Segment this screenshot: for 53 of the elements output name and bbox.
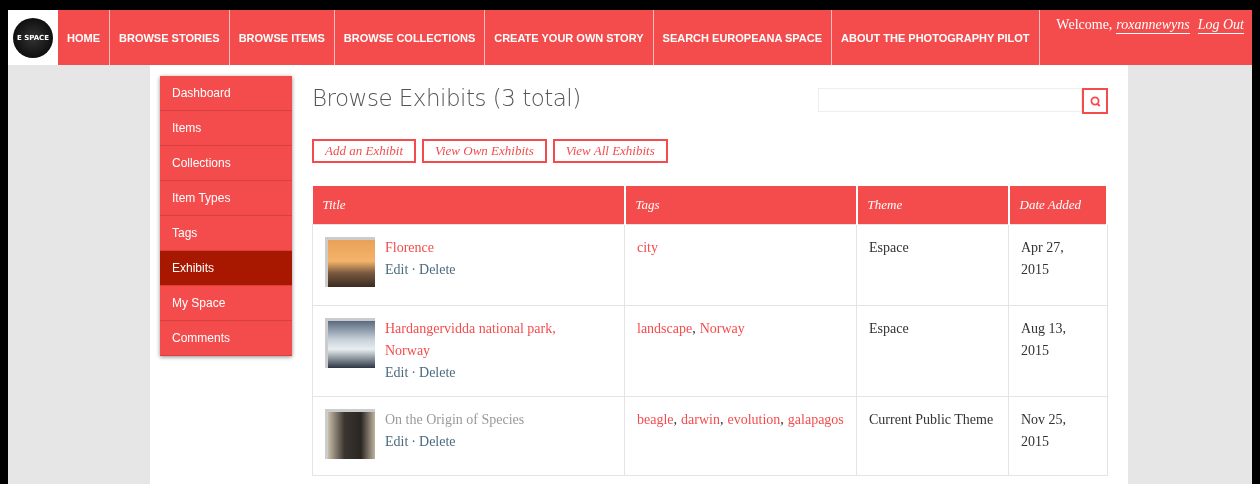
tag-link[interactable]: darwin (681, 412, 720, 427)
sidebar-item[interactable]: Exhibits (160, 251, 292, 286)
separator: , (692, 321, 696, 336)
theme-text: Current Public Theme (869, 412, 994, 427)
date-text: Apr 27, 2015 (1021, 240, 1064, 277)
logout-link[interactable]: Log Out (1197, 17, 1244, 34)
delete-link[interactable]: Delete (419, 434, 456, 449)
sidebar-item[interactable]: Comments (160, 321, 292, 356)
separator: , (673, 412, 678, 427)
edit-link[interactable]: Edit (385, 262, 409, 277)
tag-link[interactable]: Norway (699, 321, 745, 336)
column-header[interactable]: Title (312, 186, 625, 225)
theme-text: Espace (869, 321, 909, 336)
action-button[interactable]: View All Exhibits (552, 139, 668, 163)
nav-link[interactable]: HOME (58, 10, 110, 65)
search-button[interactable] (1082, 88, 1108, 114)
date-text: Aug 13, 2015 (1021, 321, 1067, 358)
tag-link[interactable]: city (637, 240, 658, 255)
column-header[interactable]: Tags (624, 186, 857, 225)
exhibit-title-link[interactable]: Hardangervidda national park, Norway (385, 318, 585, 362)
sidebar-item[interactable]: Item Types (160, 181, 292, 216)
column-header[interactable]: Date Added (1008, 186, 1107, 225)
edit-link[interactable]: Edit (385, 365, 409, 380)
exhibit-title-link[interactable]: On the Origin of Species (385, 409, 585, 431)
sidebar-item[interactable]: My Space (160, 286, 292, 321)
page-title: Browse Exhibits (3 total) (312, 85, 581, 111)
photo-placeholder[interactable] (328, 412, 375, 459)
search-field[interactable] (818, 88, 1108, 114)
action-button[interactable]: View Own Exhibits (422, 139, 547, 163)
sidebar-item[interactable]: Collections (160, 146, 292, 181)
separator: · (411, 434, 416, 449)
separator: · (411, 262, 416, 277)
photo-placeholder[interactable] (328, 240, 375, 287)
sidebar-item[interactable]: Dashboard (160, 76, 292, 111)
action-button[interactable]: Add an Exhibit (312, 139, 416, 163)
theme-text: Espace (869, 240, 909, 255)
tag-link[interactable]: beagle (637, 412, 674, 427)
sidebar-item[interactable]: Items (160, 111, 292, 146)
sidebar-item[interactable]: Tags (160, 216, 292, 251)
separator: , (780, 412, 784, 427)
separator: · (411, 365, 416, 380)
welcome-text: Welcome, (1056, 17, 1113, 33)
tag-link[interactable]: galapagos (787, 412, 844, 427)
search-icon (1089, 95, 1101, 107)
delete-link[interactable]: Delete (419, 365, 456, 380)
column-header[interactable]: Theme (856, 186, 1009, 225)
edit-link[interactable]: Edit (385, 434, 409, 449)
date-text: Nov 25, 2015 (1021, 412, 1067, 449)
exhibit-title-link[interactable]: Florence (385, 237, 585, 259)
photo-placeholder[interactable] (328, 321, 375, 368)
separator: , (719, 412, 724, 427)
username-link[interactable]: roxannewyns (1116, 17, 1190, 34)
delete-link[interactable]: Delete (419, 262, 456, 277)
